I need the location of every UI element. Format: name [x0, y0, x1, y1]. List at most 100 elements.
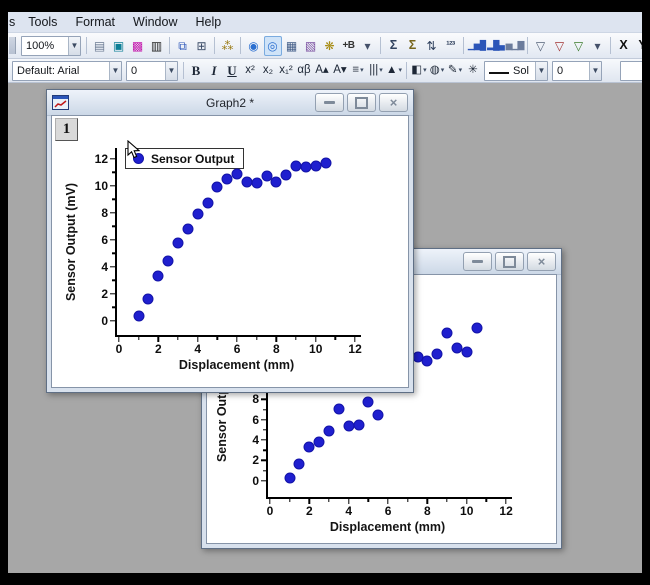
zoom-level-combo-dropdown[interactable]: ▼	[68, 37, 80, 55]
x-axis-minor-tick	[177, 337, 178, 340]
screen-reader-icon[interactable]: ▣	[110, 36, 128, 56]
line-style-combo-value: Sol	[485, 65, 535, 77]
sum-icon[interactable]: Σ	[404, 36, 422, 56]
menu-help[interactable]: Help	[187, 12, 231, 32]
minimize-button[interactable]	[463, 252, 492, 271]
layer-1-button[interactable]: 1	[55, 118, 78, 141]
zoom-level-combo-value: 100%	[22, 40, 68, 52]
histogram-chart-icon[interactable]: ▂█▄	[487, 36, 505, 56]
restore-button[interactable]	[347, 93, 376, 112]
greek-symbols-button[interactable]: αβ	[296, 62, 313, 80]
project-explorer-icon[interactable]: ⁂	[219, 36, 237, 56]
increase-font-button[interactable]: A▴	[314, 62, 331, 80]
palette-button[interactable]: ◍▾	[429, 62, 446, 80]
align-button-dropdown-arrow: ▾	[360, 67, 364, 74]
font-family-combo-dropdown[interactable]: ▼	[109, 62, 121, 80]
close-button[interactable]: ×	[379, 93, 408, 112]
zoom-region-icon[interactable]: ◎	[264, 36, 282, 56]
layout-icon[interactable]: ⊞	[193, 36, 211, 56]
line-width-combo-dropdown[interactable]: ▼	[589, 62, 601, 80]
video-capture-icon[interactable]: ▥	[148, 36, 166, 56]
x-axis-tick-label: 2	[155, 342, 162, 356]
filter-remove-icon[interactable]: ▽	[551, 36, 569, 56]
y-axis-minor-tick	[263, 429, 266, 430]
italic-button[interactable]: I	[206, 62, 223, 80]
line-style-combo-dropdown[interactable]: ▼	[535, 62, 547, 80]
print-icon[interactable]: ▤	[91, 36, 109, 56]
decrease-font-button[interactable]: A▾	[332, 62, 349, 80]
data-point	[251, 178, 262, 189]
filter-icon[interactable]: ▽	[532, 36, 550, 56]
font-family-combo[interactable]: Default: Arial▼	[12, 61, 122, 81]
x-axis-tick-label: 0	[116, 342, 123, 356]
subsuperscript-button[interactable]: x₁²	[278, 62, 295, 80]
data-point	[271, 176, 282, 187]
menu-tools[interactable]: Tools	[19, 12, 66, 32]
font-size-combo[interactable]: 0▼	[126, 61, 178, 81]
worksheet-grid-icon[interactable]: ▦	[283, 36, 301, 56]
align-button[interactable]: ≡▾	[350, 62, 367, 80]
duplicate-window-icon[interactable]: ⧉	[174, 36, 192, 56]
options-gear-icon[interactable]: ❋	[321, 36, 339, 56]
x-axis-tick-label: 4	[345, 504, 352, 518]
line-width-combo[interactable]: 0▼	[552, 61, 602, 81]
axis-y-tool-icon[interactable]: Y	[634, 36, 643, 56]
stack-chart-icon[interactable]: ▅▁▇	[506, 36, 524, 56]
statistics-on-column-icon[interactable]: Σ	[385, 36, 403, 56]
set-values-icon[interactable]: ¹²³	[442, 36, 460, 56]
data-point	[422, 355, 433, 366]
y-axis-tick-label: 4	[101, 260, 108, 274]
toolbar-overflow-icon[interactable]: ▾	[359, 36, 377, 56]
bold-button[interactable]: B	[188, 62, 205, 80]
menu-format[interactable]: Format	[66, 12, 124, 32]
minimize-button[interactable]	[315, 93, 344, 112]
x-axis-tick-label: 6	[234, 342, 241, 356]
x-axis-tick-label: 4	[194, 342, 201, 356]
sort-icon[interactable]: ⇅	[423, 36, 441, 56]
image-export-icon[interactable]: ▩	[129, 36, 147, 56]
restore-button[interactable]	[495, 252, 524, 271]
standard-toolbar: 100%▼▤▣▩▥⧉⊞⁂◉◎▦▧❋+B▾ΣΣ⇅¹²³▁▅█▂█▄▅▁▇▽▽▽▾X…	[8, 33, 642, 59]
data-point	[182, 224, 193, 235]
clipped-edge-combo[interactable]: ▼	[620, 61, 642, 81]
axis-x-tool-icon[interactable]: X	[615, 36, 633, 56]
data-point	[192, 209, 203, 220]
vertical-text-button[interactable]: |||▾	[368, 62, 385, 80]
fill-color-button[interactable]: ◧▾	[411, 62, 428, 80]
minimize-icon	[324, 101, 335, 104]
glow-effect-button[interactable]: ✳	[465, 62, 482, 80]
rescale-axes-icon[interactable]: +B	[340, 36, 358, 56]
y-axis-tick-label: 6	[101, 233, 108, 247]
close-button[interactable]: ×	[527, 252, 556, 271]
x-axis-minor-tick	[446, 499, 447, 502]
plot-legend[interactable]: Sensor Output	[125, 148, 244, 169]
superscript-button[interactable]: x²	[242, 62, 259, 80]
symbol-insert-button[interactable]: ▲▾	[386, 62, 403, 80]
column-chart-icon[interactable]: ▁▅█	[468, 36, 486, 56]
menu-window[interactable]: Window	[124, 12, 186, 32]
data-point	[284, 472, 295, 483]
toolbar-overflow-icon-2[interactable]: ▾	[589, 36, 607, 56]
graph2-titlebar[interactable]: Graph2 * ×	[47, 90, 413, 116]
zoom-level-combo[interactable]: 100%▼	[21, 36, 81, 56]
close-icon: ×	[538, 255, 546, 268]
menu-clipped[interactable]: s	[8, 12, 19, 32]
x-axis-tick-label: 8	[424, 504, 431, 518]
data-point	[294, 459, 305, 470]
line-color-button[interactable]: ✎▾	[447, 62, 464, 80]
y-axis-major-tick	[261, 399, 266, 400]
filter-reapply-icon[interactable]: ▽	[570, 36, 588, 56]
window-graph2: Graph2 * × 1 024681012024681012Displacem…	[46, 89, 414, 393]
data-point	[133, 311, 144, 322]
subscript-button[interactable]: x₂	[260, 62, 277, 80]
line-style-combo[interactable]: Sol▼	[484, 61, 548, 81]
toolbar-separator	[183, 62, 184, 79]
zoom-in-icon[interactable]: ◉	[245, 36, 263, 56]
y-axis-tick-label: 0	[101, 314, 108, 328]
y-axis-tick-label: 12	[95, 152, 108, 166]
plot-setup-icon[interactable]: ▧	[302, 36, 320, 56]
font-size-combo-dropdown[interactable]: ▼	[165, 62, 177, 80]
underline-button[interactable]: U	[224, 62, 241, 80]
clipped-toolbar-icon	[9, 37, 16, 54]
toolbar-separator	[610, 37, 611, 54]
